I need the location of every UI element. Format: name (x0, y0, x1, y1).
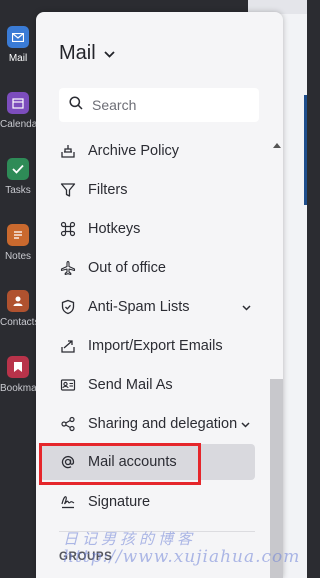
watermark-title: 日记男孩的博客 (63, 530, 197, 548)
rail-label-bookmarks: Bookmarks (0, 383, 51, 394)
tasks-icon (7, 158, 29, 180)
menu-item-label: Archive Policy (88, 143, 180, 159)
panel-header[interactable]: Mail (59, 42, 115, 65)
content-accent-bar (304, 95, 307, 205)
app-rail: Mail Calendar Tasks Notes Contacts Bookm… (0, 0, 51, 578)
rail-item-tasks[interactable]: Tasks (0, 158, 36, 196)
rail-item-mail[interactable]: Mail (0, 26, 36, 64)
mail-settings-dropdown: Mail Search Archive Policy Filters Hotke… (36, 12, 283, 578)
menu-item-label: Send Mail As (88, 377, 173, 393)
mail-icon (7, 26, 29, 48)
archive-icon (58, 141, 78, 161)
watermark-url: http://www.xujiahua.com (63, 547, 301, 567)
menu-item-label: Import/Export Emails (88, 338, 223, 354)
airplane-icon (58, 258, 78, 278)
menu-item-out-of-office[interactable]: Out of office (40, 250, 255, 286)
scrollbar[interactable] (270, 139, 283, 578)
chevron-down-icon (104, 45, 115, 63)
menu-item-import-export-emails[interactable]: Import/Export Emails (40, 328, 255, 364)
rail-item-notes[interactable]: Notes (0, 224, 36, 262)
menu-item-hotkeys[interactable]: Hotkeys (40, 211, 255, 247)
menu-item-label: Anti-Spam Lists (88, 299, 190, 315)
notes-icon (7, 224, 29, 246)
rail-label-mail: Mail (8, 53, 28, 64)
command-key-icon (58, 219, 78, 239)
search-input[interactable]: Search (59, 88, 259, 122)
rail-label-contacts: Contacts (0, 317, 40, 328)
contacts-icon (7, 290, 29, 312)
rail-item-contacts[interactable]: Contacts (0, 290, 40, 328)
rail-label-tasks: Tasks (5, 185, 31, 196)
menu-item-send-mail-as[interactable]: Send Mail As (40, 367, 255, 403)
rail-label-calendar: Calendar (0, 119, 41, 130)
menu-item-label: Sharing and delegation (88, 416, 238, 432)
watermark: 日记男孩的博客 http://www.xujiahua.com (63, 528, 300, 567)
id-card-icon (58, 375, 78, 395)
search-placeholder: Search (92, 97, 137, 113)
menu-item-label: Hotkeys (88, 221, 141, 237)
signature-icon (58, 492, 78, 512)
menu-item-anti-spam-lists[interactable]: Anti-Spam Lists (40, 289, 255, 325)
menu-item-signature[interactable]: Signature (40, 484, 255, 520)
import-export-icon (58, 336, 78, 356)
calendar-icon (7, 92, 29, 114)
scroll-up-arrow-icon[interactable] (273, 143, 281, 148)
rail-label-notes: Notes (4, 251, 32, 262)
share-icon (58, 414, 78, 434)
rail-item-calendar[interactable]: Calendar (0, 92, 41, 130)
highlight-annotation (39, 443, 201, 485)
rail-item-bookmarks[interactable]: Bookmarks (0, 356, 51, 394)
panel-title: Mail (59, 42, 96, 64)
menu-item-archive-policy[interactable]: Archive Policy (40, 133, 255, 169)
bookmarks-icon (7, 356, 29, 378)
shield-icon (58, 297, 78, 317)
menu-item-sharing-and-delegation[interactable]: Sharing and delegation (40, 406, 255, 442)
menu-item-label: Out of office (88, 260, 166, 276)
chevron-down-icon[interactable] (241, 415, 250, 433)
chevron-down-icon[interactable] (242, 298, 251, 316)
search-icon (69, 95, 83, 115)
filter-icon (58, 180, 78, 200)
menu-item-label: Signature (88, 494, 151, 510)
menu-item-filters[interactable]: Filters (40, 172, 255, 208)
menu-item-label: Filters (88, 182, 128, 198)
